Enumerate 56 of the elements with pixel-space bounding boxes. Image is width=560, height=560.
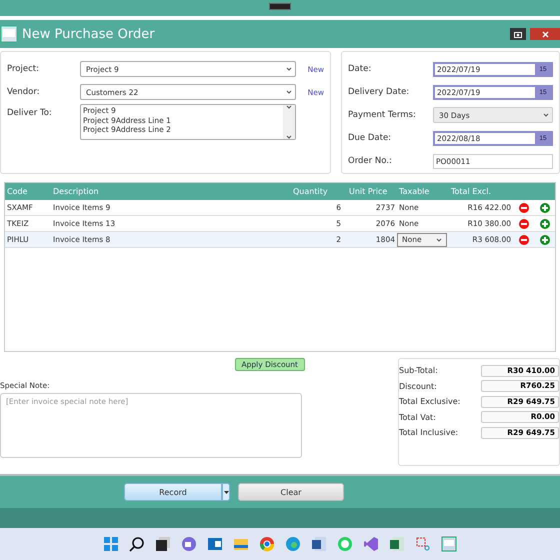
field-label: Delivery Date: (348, 87, 410, 97)
camera-button[interactable] (510, 28, 526, 40)
column-header: Code (6, 187, 28, 196)
close-icon (542, 30, 548, 38)
field-label: Date: (348, 64, 372, 74)
add-icon[interactable] (540, 202, 550, 212)
add-icon[interactable] (540, 234, 550, 244)
close-button[interactable] (530, 28, 560, 40)
search-icon[interactable] (129, 536, 145, 552)
column-header: Quantity (292, 187, 329, 196)
record-button[interactable]: Record (124, 483, 222, 501)
add-icon[interactable] (540, 218, 550, 228)
remove-icon[interactable] (519, 218, 529, 228)
column-header: Total Excl. (450, 187, 492, 196)
total-label: Total Inclusive: (399, 428, 458, 438)
app-icon (0, 25, 18, 43)
caret-icon (286, 90, 292, 94)
code-editor-icon[interactable] (363, 536, 379, 552)
field-label: Order No.: (348, 156, 393, 166)
camera-icon (514, 30, 522, 38)
caret-icon (286, 135, 292, 139)
column-header: Description (52, 187, 100, 196)
video-chat-icon[interactable] (181, 536, 197, 552)
clear-button[interactable]: Clear (238, 483, 344, 501)
dropdown-arrow-button[interactable] (222, 483, 230, 501)
start-icon[interactable] (103, 536, 119, 552)
spreadsheet-icon[interactable] (389, 536, 405, 552)
window-title: New Purchase Order (22, 26, 156, 42)
remove-icon[interactable] (519, 234, 529, 244)
browser-icon[interactable] (285, 536, 301, 552)
mail-icon[interactable] (207, 536, 223, 552)
field-label: Project: (7, 64, 40, 74)
browser-icon[interactable] (259, 536, 275, 552)
column-header: Taxable (398, 187, 430, 196)
total-label: Total Exclusive: (399, 397, 460, 406)
total-label: Total Vat: (399, 412, 436, 422)
folder-icon[interactable] (233, 536, 249, 552)
caret-icon (224, 490, 228, 494)
caret-icon (286, 105, 292, 109)
remove-icon[interactable] (519, 202, 529, 212)
field-label: Deliver To: (7, 108, 53, 118)
field-label: Vendor: (7, 87, 41, 97)
caret-icon (543, 113, 549, 117)
handle-icon (269, 3, 291, 10)
field-label: Payment Terms: (348, 110, 417, 120)
total-label: Discount: (399, 382, 437, 391)
document-icon[interactable] (311, 536, 327, 552)
field-label: Due Date: (348, 133, 392, 143)
caret-icon (436, 238, 442, 242)
scissors-icon[interactable] (415, 536, 431, 552)
scrollbar[interactable] (283, 105, 295, 139)
app-icon[interactable] (441, 536, 457, 552)
windows-icon[interactable] (155, 536, 171, 552)
total-label: Sub-Total: (399, 366, 438, 376)
caret-icon (286, 67, 292, 71)
column-header: Unit Price (348, 187, 388, 196)
